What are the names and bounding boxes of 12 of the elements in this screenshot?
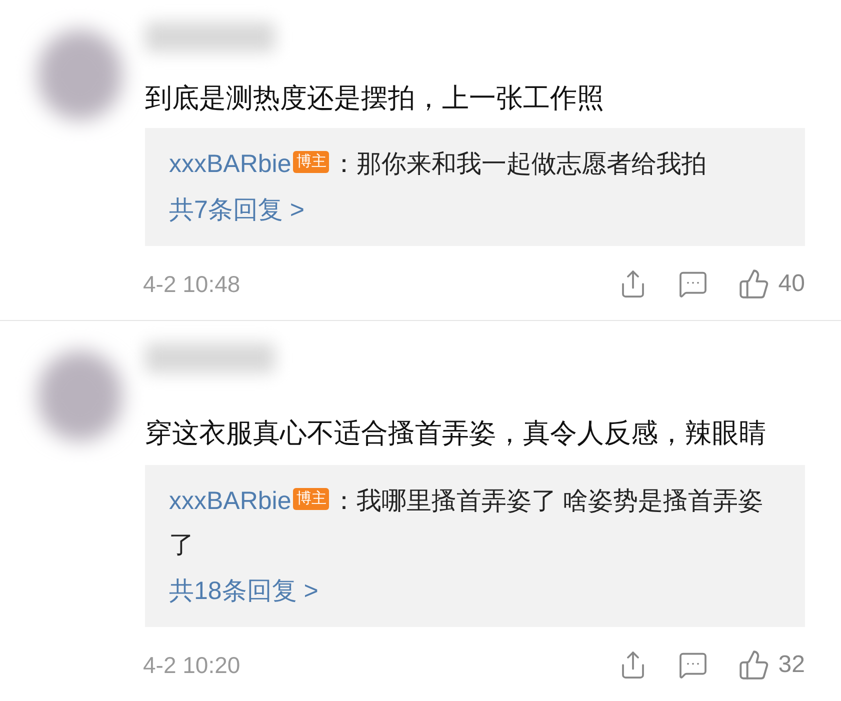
like-icon[interactable] [738, 649, 770, 681]
timestamp: 4-2 10:48 [143, 270, 240, 299]
view-replies-link[interactable]: 共18条回复 > [169, 569, 781, 613]
comment-icon[interactable] [678, 650, 708, 680]
comment-text: 穿这衣服真心不适合搔首弄姿，真令人反感，辣眼睛 [145, 417, 767, 450]
like-icon[interactable] [738, 268, 770, 300]
comment-icon[interactable] [678, 269, 708, 299]
comment-text: 到底是测热度还是摆拍，上一张工作照 [145, 82, 605, 115]
timestamp: 4-2 10:20 [143, 650, 240, 680]
view-replies-link[interactable]: 共7条回复 > [169, 188, 781, 232]
like-count: 32 [778, 650, 805, 680]
like-count: 40 [778, 269, 805, 299]
